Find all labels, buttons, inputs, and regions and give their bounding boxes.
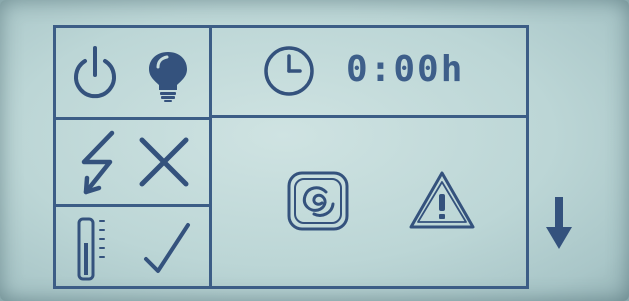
checkmark-icon (144, 223, 190, 273)
clock-icon (264, 46, 314, 96)
power-light-cell (56, 28, 209, 117)
down-arrow-icon[interactable] (544, 195, 574, 251)
warning-triangle-icon (409, 171, 475, 229)
swirl-program-icon (287, 171, 349, 231)
lightning-icon (81, 130, 115, 195)
main-status-area (212, 118, 526, 286)
cross-icon (139, 137, 189, 187)
timer-display: 0:00h (346, 49, 465, 90)
light-bulb-icon (149, 52, 187, 102)
lcd-screen: 0:00h (0, 0, 629, 301)
power-icon (74, 46, 116, 99)
temperature-ok-cell (56, 207, 209, 287)
thermometer-icon (77, 217, 105, 281)
fault-cancel-cell (56, 120, 209, 204)
